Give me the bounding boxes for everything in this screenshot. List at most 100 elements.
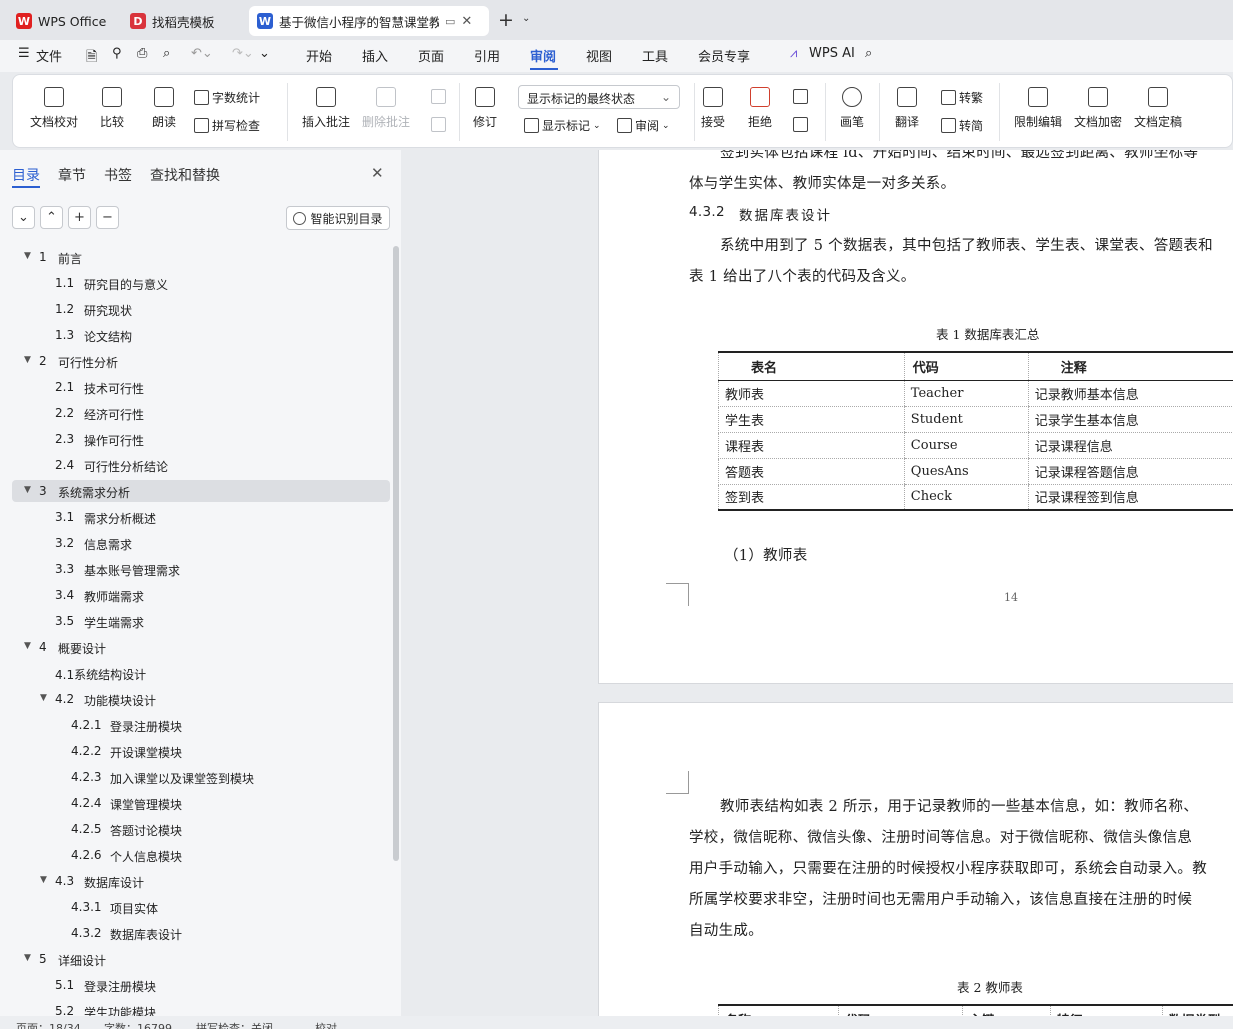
expand-arrow-icon[interactable]: ▼ [24,641,31,651]
expand-arrow-icon[interactable]: ▼ [24,953,31,963]
translate-button[interactable]: 翻译 [895,87,919,130]
toc-item[interactable]: 4.1系统结构设计 [12,662,390,684]
toc-item[interactable]: 3.3 基本账号管理需求 [12,558,390,580]
delete-comment-button[interactable]: 删除批注 [362,87,410,130]
toc-item[interactable]: ▼ 4.3 数据库设计 [12,870,390,892]
close-icon[interactable]: ✕ [461,14,472,29]
scrollbar[interactable] [393,246,399,861]
menu-reference[interactable]: 引用 [474,46,500,65]
menu-file[interactable]: 文件 [36,46,62,65]
toc-item[interactable]: 5.1 登录注册模块 [12,974,390,996]
toc-item[interactable]: 2.2 经济可行性 [12,402,390,424]
toc-item[interactable]: 3.2 信息需求 [12,532,390,554]
menu-member[interactable]: 会员专享 [698,46,750,65]
close-icon[interactable]: ✕ [371,164,384,182]
menu-page[interactable]: 页面 [418,46,444,65]
tab-template[interactable]: D 找稻壳模板 [122,6,244,36]
expand-arrow-icon[interactable]: ▼ [24,251,31,261]
new-tab-icon[interactable]: + [498,9,514,31]
tab-bookmarks[interactable]: 书签 [104,165,132,185]
previous-change-button[interactable] [793,89,808,104]
to-traditional-button[interactable]: 转繁 [941,89,983,106]
compare-button[interactable]: 比较 [100,87,124,130]
toc-item[interactable]: 4.2.1 登录注册模块 [12,714,390,736]
smart-toc-button[interactable]: 智能识别目录 [286,206,390,230]
toc-item[interactable]: 4.2.2 开设课堂模块 [12,740,390,762]
toc-item[interactable]: 1.3 论文结构 [12,324,390,346]
toc-item[interactable]: 4.2.6 个人信息模块 [12,844,390,866]
toc-item[interactable]: 4.2.3 加入课堂以及课堂签到模块 [12,766,390,788]
toc-item[interactable]: ▼ 5 详细设计 [12,948,390,970]
toc-item[interactable]: ▼ 3 系统需求分析 [12,480,390,502]
previous-comment-button[interactable] [431,89,446,104]
monitor-icon[interactable]: ▭ [445,15,455,28]
print-icon[interactable]: ⎙ [137,46,147,61]
restrict-editing-button[interactable]: 限制编辑 [1014,87,1062,130]
toc-item[interactable]: 1.1 研究目的与意义 [12,272,390,294]
spellcheck-button[interactable]: 拼写检查 [194,117,260,134]
toc-item[interactable]: ▼ 2 可行性分析 [12,350,390,372]
print-preview-icon[interactable]: ⌕ [163,46,170,61]
page-indicator[interactable]: 页面：18/34 [16,1020,81,1029]
word-count-button[interactable]: 字数统计 [194,89,260,106]
toc-item[interactable]: 2.4 可行性分析结论 [12,454,390,476]
menu-view[interactable]: 视图 [586,46,612,65]
menu-insert[interactable]: 插入 [362,46,388,65]
show-markup-button[interactable]: 显示标记 ⌄ [524,117,601,134]
toc-item[interactable]: 5.2 学生功能模块 [12,1000,390,1016]
revise-button[interactable]: 修订 [473,87,497,130]
toc-item[interactable]: 2.1 技术可行性 [12,376,390,398]
save-icon[interactable]: 🗎 [86,46,97,70]
expand-arrow-icon[interactable]: ▼ [40,875,47,885]
menu-start[interactable]: 开始 [306,46,332,65]
search-icon[interactable]: ⌕ [865,46,872,61]
encrypt-button[interactable]: 文档加密 [1074,87,1122,130]
read-aloud-button[interactable]: 朗读 [152,87,176,130]
collapse-icon[interactable]: ⌄ [12,206,35,229]
more-icon[interactable]: ⌄ [259,46,270,61]
expand-arrow-icon[interactable]: ▼ [40,693,47,703]
tab-toc[interactable]: 目录 [12,165,40,185]
toc-item[interactable]: ▼ 4 概要设计 [12,636,390,658]
accept-button[interactable]: 接受 [701,87,725,130]
next-comment-button[interactable] [431,117,446,132]
expand-arrow-icon[interactable]: ▼ [24,355,31,365]
toc-item[interactable]: 4.3.1 项目实体 [12,896,390,918]
expand-arrow-icon[interactable]: ▼ [24,485,31,495]
toc-item[interactable]: 3.1 需求分析概述 [12,506,390,528]
tab-wps-office[interactable]: W WPS Office [8,6,118,36]
proofread-button[interactable]: 文档校对 [30,87,78,130]
share-icon[interactable]: ⚲ [112,46,122,61]
finalize-button[interactable]: 文档定稿 [1134,87,1182,130]
add-icon[interactable]: + [68,206,91,229]
insert-comment-button[interactable]: 插入批注 [302,87,350,130]
toc-item[interactable]: 4.2.4 课堂管理模块 [12,792,390,814]
tab-chapters[interactable]: 章节 [58,165,86,185]
to-simplified-button[interactable]: 转简 [941,117,983,134]
reject-button[interactable]: 拒绝 [748,87,772,130]
pen-button[interactable]: 画笔 [840,87,864,130]
remove-icon[interactable]: − [96,206,119,229]
tab-document[interactable]: W 基于微信小程序的智慧课堂教学 ▭ ✕ [249,6,489,36]
expand-up-icon[interactable]: ⌃ [40,206,63,229]
review-pane-button[interactable]: 审阅 ⌄ [617,117,670,134]
next-change-button[interactable] [793,117,808,132]
toc-item[interactable]: 1.2 研究现状 [12,298,390,320]
redo-icon[interactable]: ↷⌄ [232,46,254,61]
menu-wps-ai[interactable]: WPS AI [809,46,855,61]
hamburger-icon[interactable]: ☰ [18,46,30,61]
toc-item[interactable]: 4.2.5 答题讨论模块 [12,818,390,840]
chevron-down-icon[interactable]: ⌄ [522,13,530,24]
word-count[interactable]: 字数：16799 [104,1020,172,1029]
toc-item[interactable]: ▼ 1 前言 [12,246,390,268]
toc-item[interactable]: 2.3 操作可行性 [12,428,390,450]
toc-item[interactable]: 3.4 教师端需求 [12,584,390,606]
spell-check-status[interactable]: 拼写检查：关闭 [196,1020,273,1029]
tab-find-replace[interactable]: 查找和替换 [150,165,220,185]
menu-review[interactable]: 审阅 [530,46,556,65]
toc-item[interactable]: 3.5 学生端需求 [12,610,390,632]
undo-icon[interactable]: ↶⌄ [191,46,213,61]
toc-item[interactable]: ▼ 4.2 功能模块设计 [12,688,390,710]
markup-state-dropdown[interactable]: 显示标记的最终状态 ⌄ [518,85,680,109]
toc-item[interactable]: 4.3.2 数据库表设计 [12,922,390,944]
